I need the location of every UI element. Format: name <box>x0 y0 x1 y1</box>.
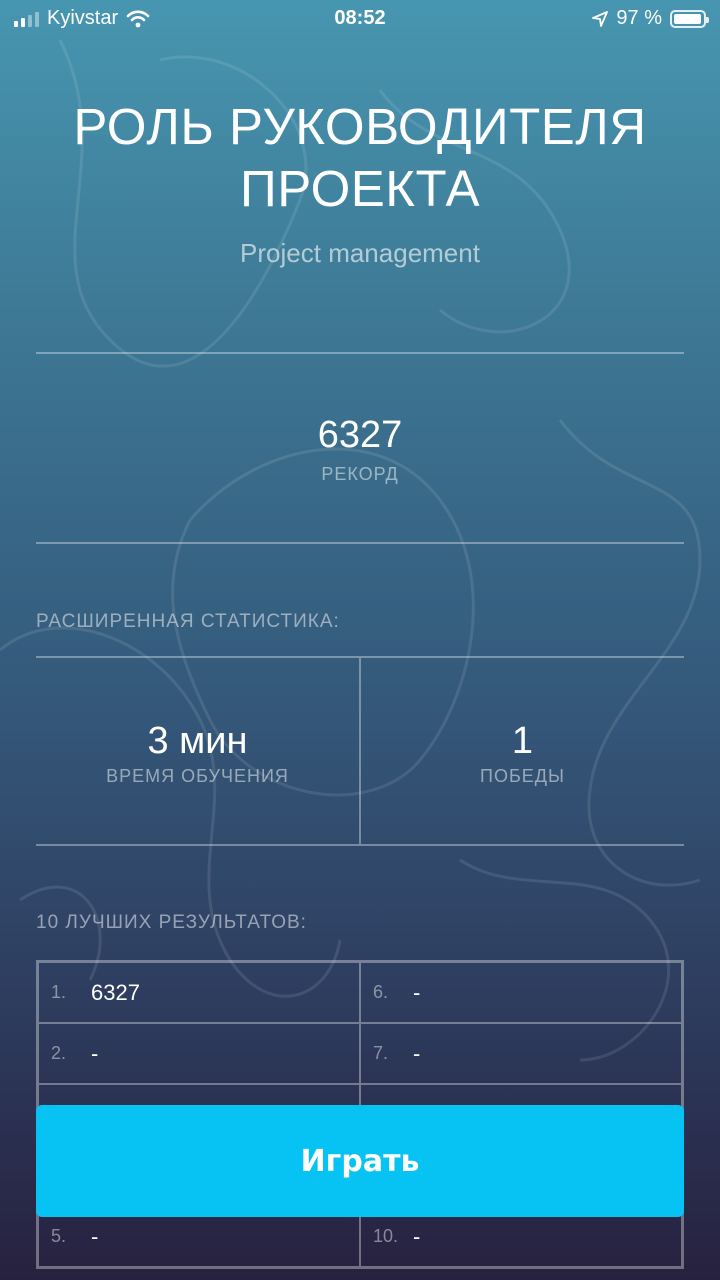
result-cell: 1. 6327 <box>38 962 360 1023</box>
battery-percent: 97 % <box>616 7 662 29</box>
result-rank: 10. <box>373 1226 399 1246</box>
result-cell: 6. - <box>360 962 682 1023</box>
record-value: 6327 <box>317 414 403 456</box>
result-cell: 7. - <box>360 1023 682 1084</box>
result-cell: 2. - <box>38 1023 360 1084</box>
result-value: - <box>91 1223 99 1249</box>
result-value: - <box>91 1040 99 1066</box>
stat-value: 3 мин <box>147 720 248 762</box>
page-title: РОЛЬ РУКОВОДИТЕЛЯ ПРОЕКТА <box>0 96 720 220</box>
location-arrow-icon <box>592 10 609 27</box>
page-title-line-2: ПРОЕКТА <box>240 160 480 217</box>
page-title-line-1: РОЛЬ РУКОВОДИТЕЛЯ <box>73 98 647 155</box>
result-rank: 1. <box>51 982 67 1002</box>
stat-value: 1 <box>511 720 534 762</box>
battery-icon <box>670 9 709 28</box>
divider <box>36 352 684 354</box>
result-rank: 6. <box>373 982 389 1002</box>
extended-stats-heading: РАСШИРЕННАЯ СТАТИСТИКА: <box>36 611 340 632</box>
page-subtitle: Project management <box>240 238 480 268</box>
stat-training-time: 3 мин ВРЕМЯ ОБУЧЕНИЯ <box>36 658 359 844</box>
stat-wins: 1 ПОБЕДЫ <box>359 658 684 844</box>
top-results-heading: 10 ЛУЧШИХ РЕЗУЛЬТАТОВ: <box>36 912 307 933</box>
result-value: - <box>413 979 421 1005</box>
result-rank: 2. <box>51 1043 67 1063</box>
result-rank: 7. <box>373 1043 389 1063</box>
play-button[interactable]: Играть <box>36 1105 684 1217</box>
divider <box>36 542 684 544</box>
result-rank: 5. <box>51 1226 67 1246</box>
record-label: РЕКОРД <box>321 464 399 484</box>
result-value: 6327 <box>91 979 140 1005</box>
result-value: - <box>413 1223 421 1249</box>
stat-label: ВРЕМЯ ОБУЧЕНИЯ <box>106 766 289 786</box>
status-bar-right: 97 % <box>592 7 709 30</box>
result-value: - <box>413 1040 421 1066</box>
stat-label: ПОБЕДЫ <box>480 766 565 786</box>
battery-fill <box>674 13 702 24</box>
status-bar: Kyivstar 08:52 97 % <box>0 0 720 40</box>
extended-stats: 3 мин ВРЕМЯ ОБУЧЕНИЯ 1 ПОБЕДЫ <box>36 656 684 846</box>
